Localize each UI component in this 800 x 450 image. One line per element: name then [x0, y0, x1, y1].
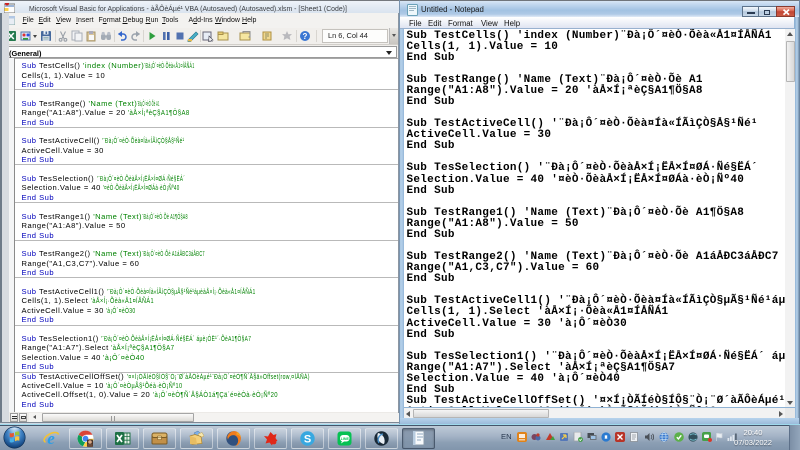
svg-text:?: ? [303, 32, 308, 41]
svg-text:S: S [304, 433, 311, 445]
svg-text:LINE: LINE [341, 436, 350, 440]
